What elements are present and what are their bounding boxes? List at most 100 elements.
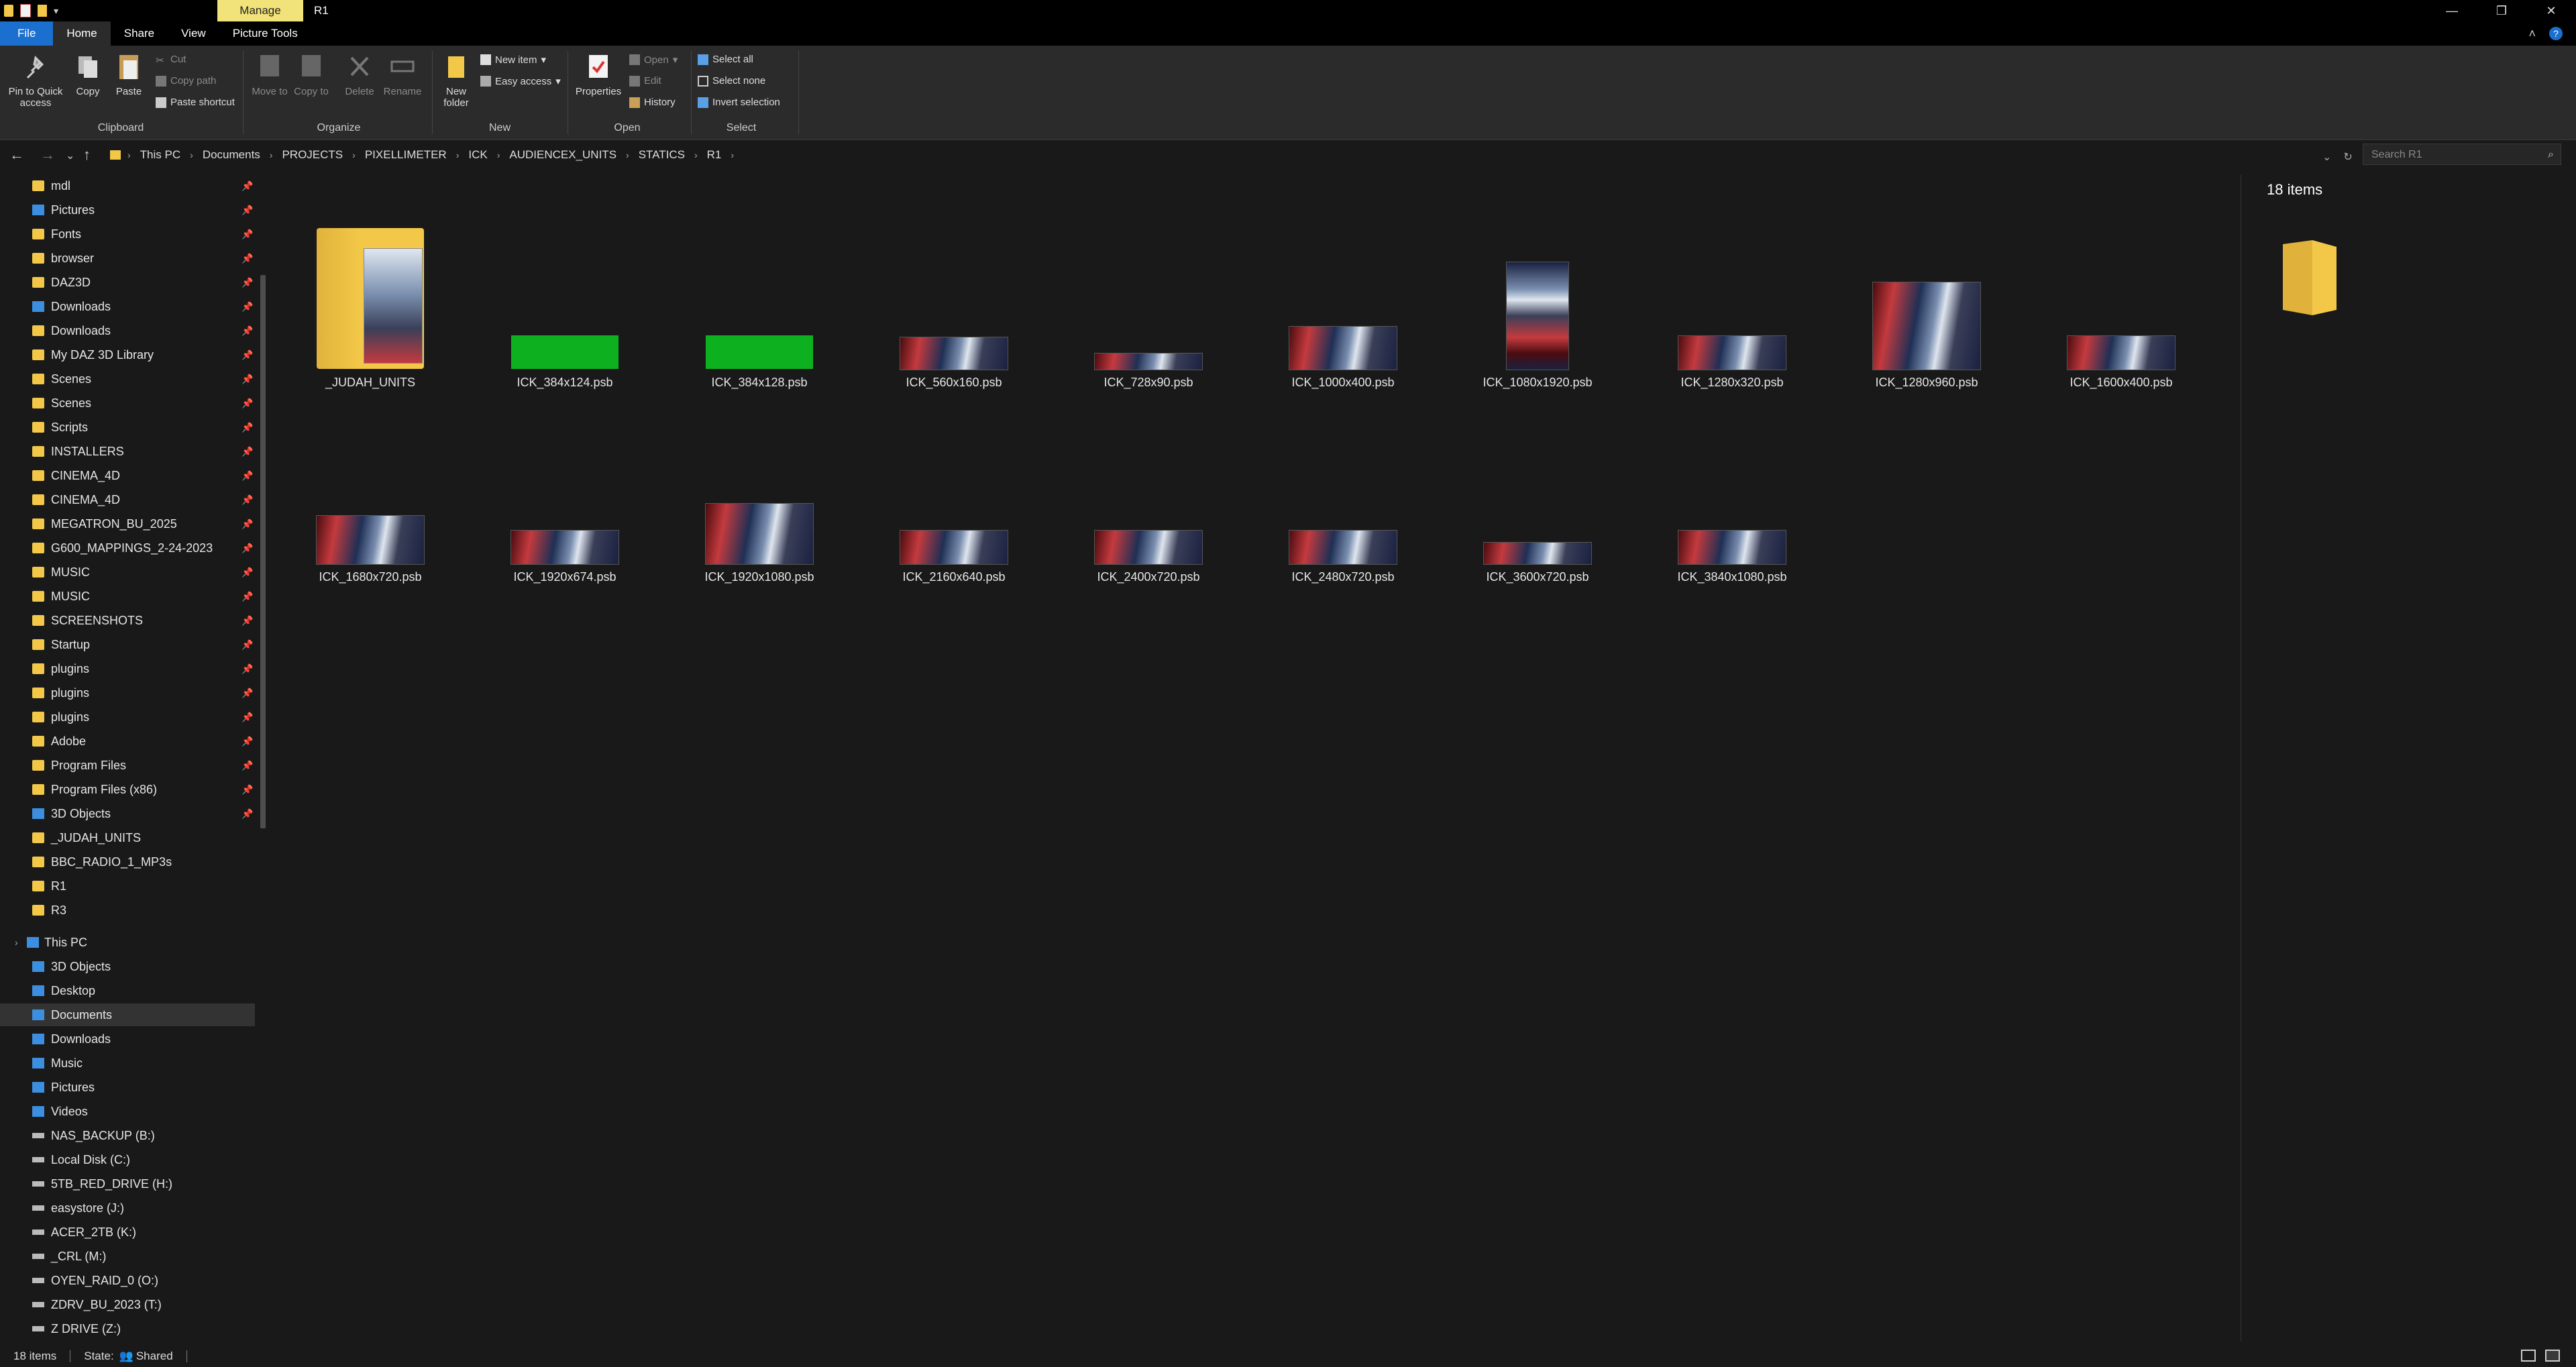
pin-icon[interactable]: 📌 [241,808,253,820]
breadcrumb[interactable]: STATICS [629,148,694,162]
pin-icon[interactable]: 📌 [241,518,253,530]
tab-view[interactable]: View [168,21,219,46]
pin-icon[interactable]: 📌 [241,736,253,747]
sidebar-item[interactable]: Program Files (x86) 📌 [0,778,255,801]
new-folder-icon[interactable] [38,5,47,17]
sidebar-item[interactable]: INSTALLERS 📌 [0,440,255,463]
breadcrumb[interactable]: PROJECTS [272,148,352,162]
sidebar-item[interactable]: SCREENSHOTS 📌 [0,609,255,632]
breadcrumb[interactable]: AUDIENCEX_UNITS [500,148,626,162]
minimize-icon[interactable]: — [2427,0,2477,21]
sidebar-item[interactable]: Local Disk (C:) [0,1148,255,1171]
file-item[interactable]: ICK_2400x720.psb [1068,389,1229,584]
new-folder-button[interactable]: New folder [437,51,475,109]
sidebar-item[interactable]: Videos [0,1100,255,1123]
sidebar-item[interactable]: plugins 📌 [0,657,255,680]
sidebar-item[interactable]: OYEN_RAID_0 (O:) [0,1269,255,1292]
properties-button[interactable]: Properties [573,51,624,97]
file-item[interactable]: ICK_1080x1920.psb [1457,195,1618,389]
sidebar-item[interactable]: easystore (J:) [0,1197,255,1219]
sidebar-item[interactable]: G600_MAPPINGS_2-24-2023 📌 [0,537,255,559]
breadcrumb[interactable]: This PC [131,148,190,162]
pin-icon[interactable]: 📌 [241,688,253,699]
pin-icon[interactable]: 📌 [241,422,253,433]
pin-icon[interactable]: 📌 [241,325,253,337]
sidebar-item[interactable]: DAZ3D 📌 [0,271,255,294]
sidebar-item[interactable]: Adobe 📌 [0,730,255,753]
search-input[interactable]: Search R1 ⌕ [2363,144,2561,165]
sidebar-item[interactable]: ACER_2TB (K:) [0,1221,255,1244]
pin-icon[interactable]: 📌 [241,229,253,240]
properties-icon[interactable] [20,4,31,17]
sidebar-item[interactable]: Music [0,1052,255,1075]
copy-to-button[interactable]: Copy to [291,51,331,97]
sidebar-item[interactable]: Scenes 📌 [0,392,255,415]
sidebar-item[interactable]: plugins 📌 [0,681,255,704]
file-item[interactable]: ICK_1920x674.psb [484,389,645,584]
sidebar-item[interactable]: Z DRIVE (Z:) [0,1317,255,1340]
help-icon[interactable]: ? [2549,27,2563,40]
sidebar-item[interactable]: BBC_RADIO_1_MP3s [0,851,255,873]
cut-button[interactable]: ✂ Cut [156,54,186,66]
delete-button[interactable]: Delete [339,51,380,97]
rename-button[interactable]: Rename [382,51,423,97]
file-item[interactable]: ICK_384x128.psb [679,195,840,389]
paste-button[interactable]: Paste [110,51,148,97]
pin-icon[interactable]: 📌 [241,349,253,361]
pin-icon[interactable]: 📌 [241,277,253,288]
file-item[interactable]: ICK_1280x960.psb [1846,195,2007,389]
pin-icon[interactable]: 📌 [241,760,253,771]
sidebar-item[interactable]: Downloads 📌 [0,319,255,342]
breadcrumb[interactable]: ICK [459,148,496,162]
sidebar-item[interactable]: CINEMA_4D 📌 [0,464,255,487]
sidebar-item[interactable]: My DAZ 3D Library 📌 [0,343,255,366]
easy-access-button[interactable]: Easy access ▾ [480,75,561,87]
breadcrumb[interactable]: PIXELLIMETER [356,148,456,162]
pin-icon[interactable]: 📌 [241,615,253,626]
up-arrow-icon[interactable]: ↑ [83,146,91,164]
sidebar-item[interactable]: Downloads [0,1028,255,1050]
invert-selection-button[interactable]: Invert selection [698,97,780,108]
copy-path-button[interactable]: Copy path [156,75,216,87]
file-item[interactable]: ICK_1600x400.psb [2041,195,2202,389]
file-item[interactable]: ICK_1000x400.psb [1263,195,1424,389]
sidebar-item[interactable]: Documents [0,1003,255,1026]
refresh-icon[interactable]: ↻ [2343,150,2352,164]
sidebar-item[interactable]: CINEMA_4D 📌 [0,488,255,511]
file-item[interactable]: ICK_3600x720.psb [1457,389,1618,584]
sidebar-item[interactable]: Pictures 📌 [0,199,255,221]
sidebar-item[interactable]: browser 📌 [0,247,255,270]
address-bar[interactable]: › This PC › Documents › PROJECTS › PIXELLIM… [101,145,2334,165]
pin-to-quick-access-button[interactable]: Pin to Quick access [5,51,66,109]
manage-context-tab[interactable]: Manage [217,0,303,21]
sidebar-item[interactable]: Pictures [0,1076,255,1099]
file-item[interactable]: ICK_384x124.psb [484,195,645,389]
expand-chevron-icon[interactable]: › [15,937,18,948]
back-arrow-icon[interactable]: ← [9,146,24,164]
breadcrumb[interactable]: Documents [193,148,270,162]
sidebar-item[interactable]: _JUDAH_UNITS [0,826,255,849]
tab-share[interactable]: Share [111,21,168,46]
sidebar-item[interactable]: Fonts 📌 [0,223,255,245]
sidebar-item[interactable]: _CRL (M:) [0,1245,255,1268]
pin-icon[interactable]: 📌 [241,446,253,457]
sidebar-item[interactable]: 3D Objects 📌 [0,802,255,825]
restore-icon[interactable]: ❐ [2477,0,2526,21]
file-item[interactable]: ICK_1920x1080.psb [679,389,840,584]
sidebar-item[interactable]: Startup 📌 [0,633,255,656]
sidebar-item[interactable]: Scenes 📌 [0,368,255,390]
file-item[interactable]: ICK_2480x720.psb [1263,389,1424,584]
pin-icon[interactable]: 📌 [241,639,253,651]
breadcrumb[interactable]: R1 [698,148,731,162]
sidebar-item[interactable]: Desktop [0,979,255,1002]
file-item[interactable]: ICK_728x90.psb [1068,195,1229,389]
pin-icon[interactable]: 📌 [241,567,253,578]
address-dropdown-icon[interactable]: ⌄ [2322,150,2331,164]
tab-picture-tools[interactable]: Picture Tools [219,21,311,46]
file-item[interactable]: ICK_3840x1080.psb [1652,389,1813,584]
sidebar-item[interactable]: R3 [0,899,255,922]
pin-icon[interactable]: 📌 [241,205,253,216]
close-icon[interactable]: ✕ [2526,0,2576,21]
collapse-ribbon-icon[interactable]: ˄ [2528,27,2536,41]
select-all-button[interactable]: Select all [698,54,753,65]
